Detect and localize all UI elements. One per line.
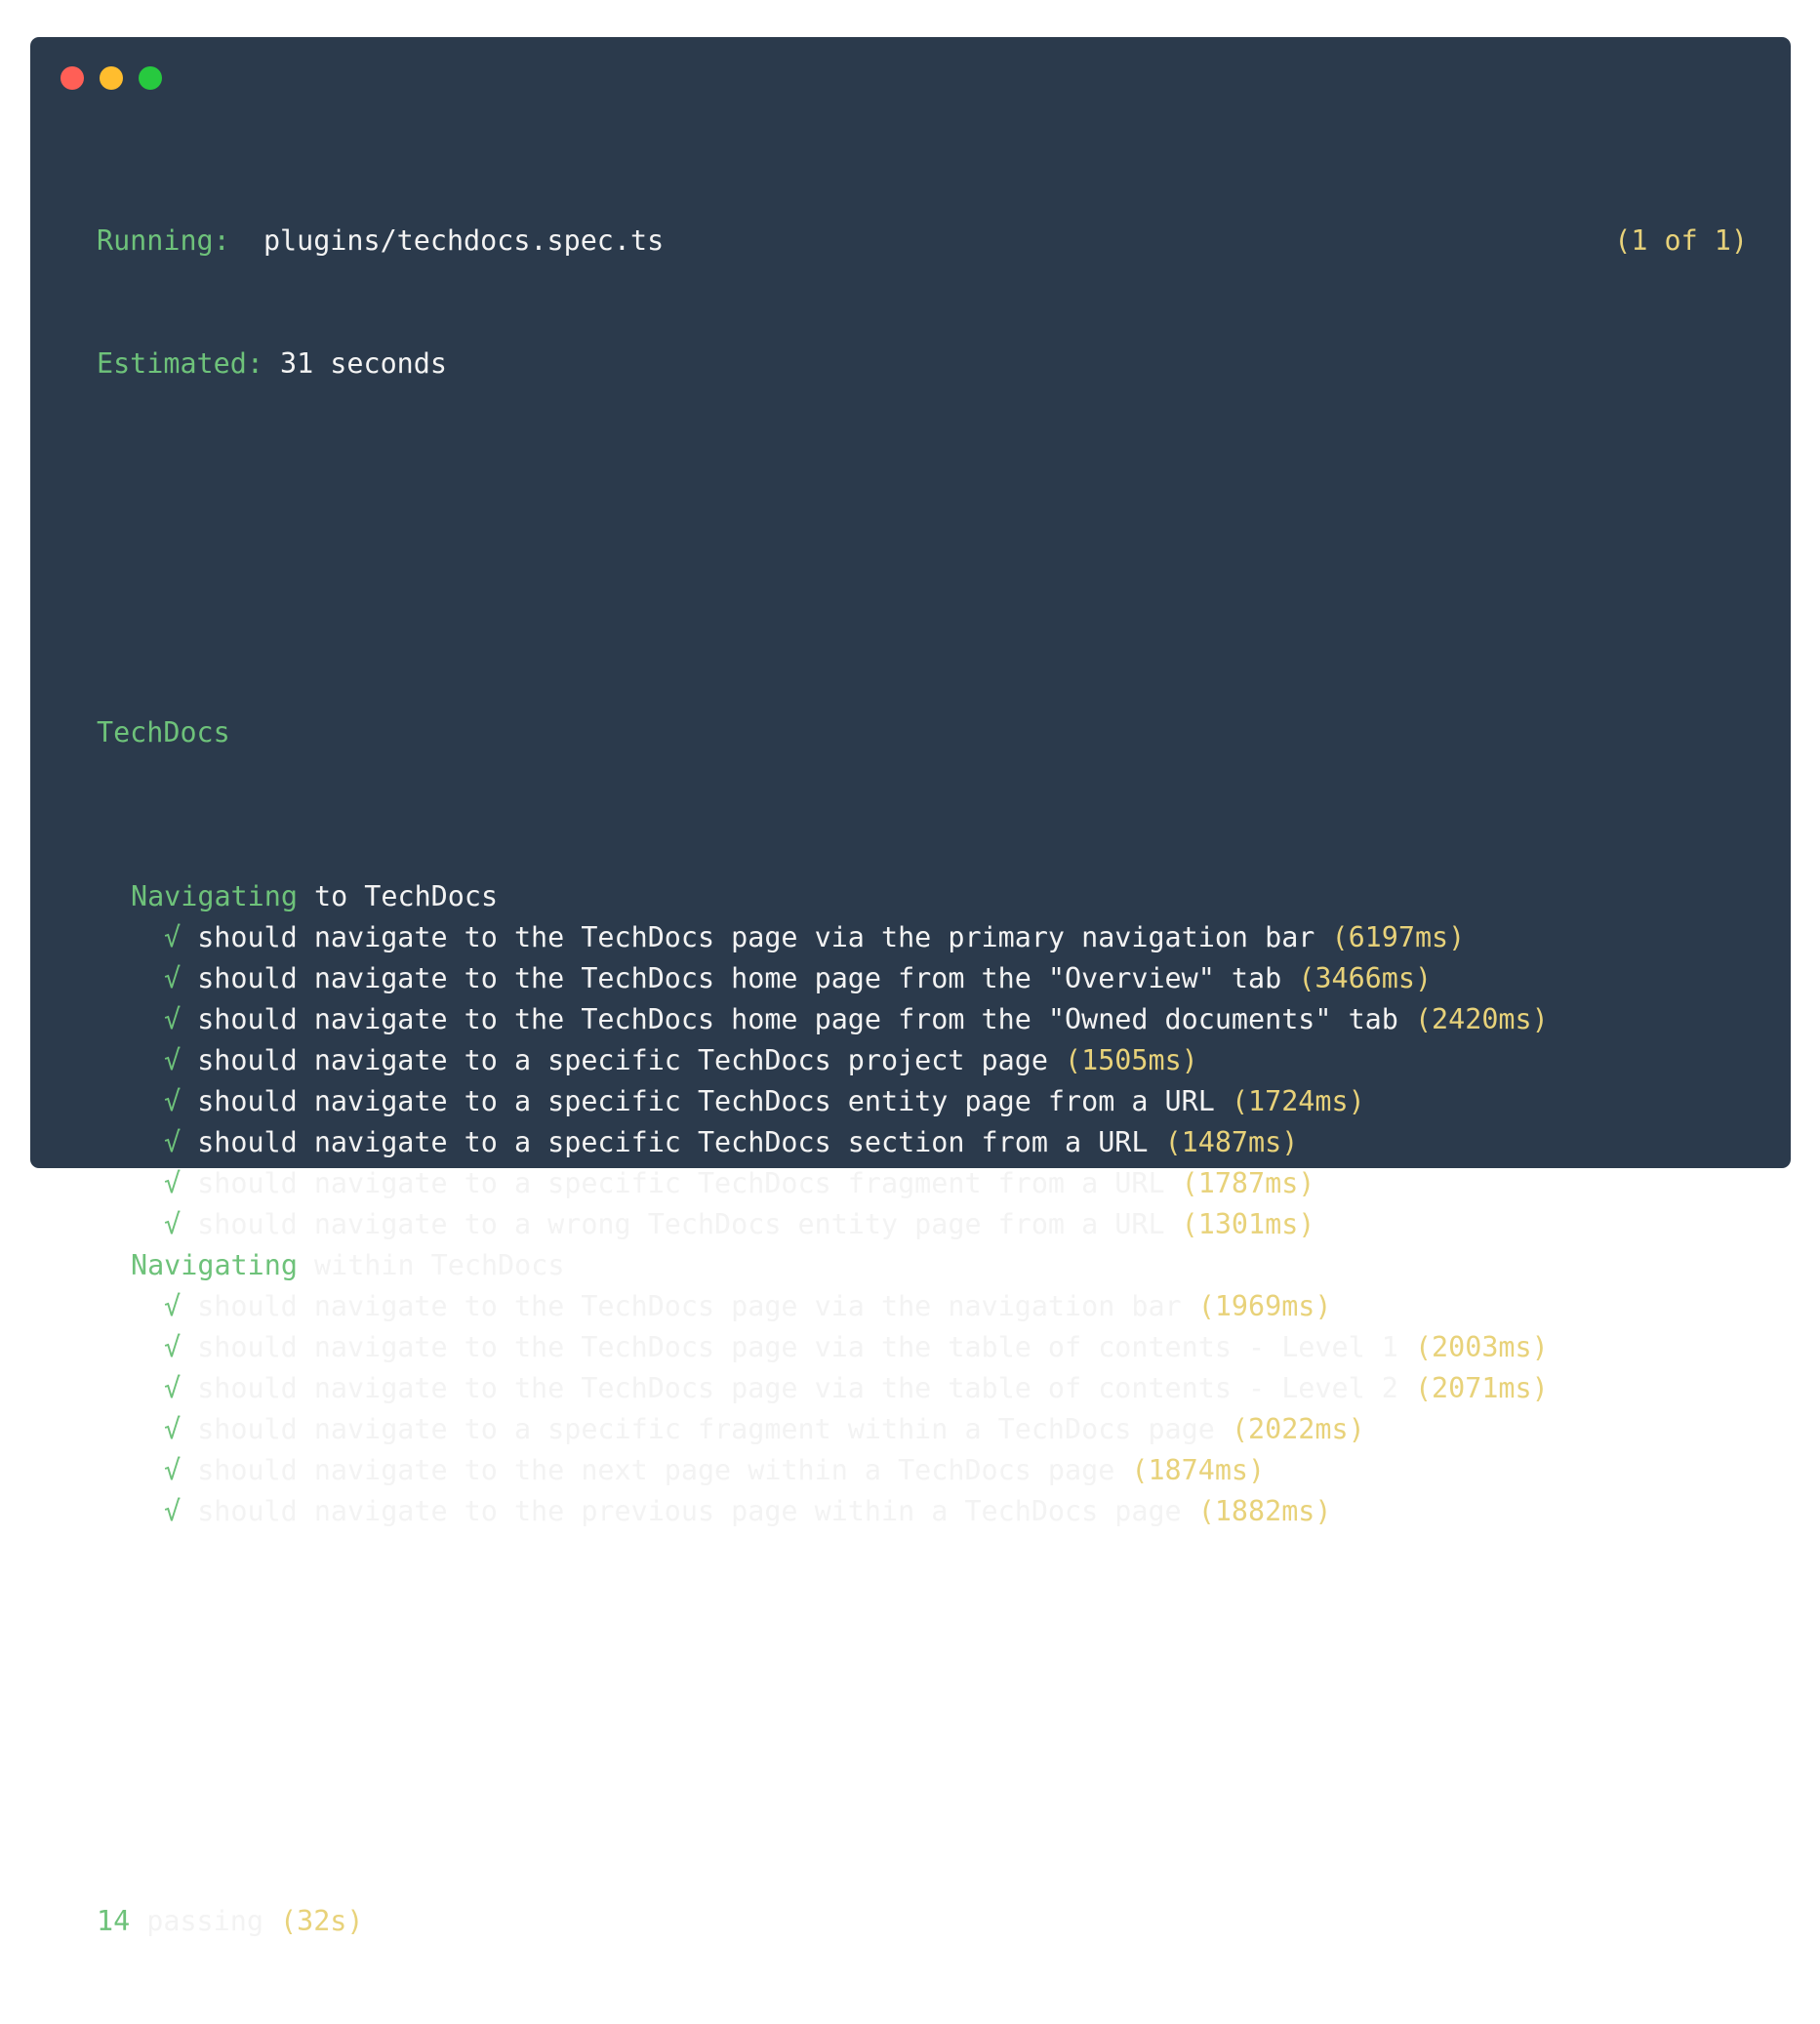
test-row: √ should navigate to a specific TechDocs…	[97, 1081, 1748, 1122]
check-icon: √	[164, 1126, 182, 1158]
test-name: should navigate to the TechDocs home pag…	[197, 962, 1282, 994]
spec-file: plugins/techdocs.spec.ts	[263, 224, 665, 257]
test-name: should navigate to the TechDocs home pag…	[197, 1003, 1398, 1035]
test-row: √ should navigate to a specific TechDocs…	[97, 1040, 1748, 1081]
check-icon: √	[164, 1495, 182, 1527]
test-name: should navigate to the TechDocs page via…	[197, 1372, 1398, 1404]
test-duration: (1787ms)	[1181, 1167, 1315, 1199]
test-duration: (2420ms)	[1414, 1003, 1549, 1035]
estimated-label: Estimated:	[97, 347, 263, 380]
check-icon: √	[164, 1044, 182, 1076]
group-keyword: Navigating	[131, 880, 298, 912]
test-row: √ should navigate to a wrong TechDocs en…	[97, 1204, 1748, 1245]
check-icon: √	[164, 1290, 182, 1322]
group-title: Navigating within TechDocs	[97, 1245, 1748, 1286]
estimated-line: Estimated: 31 seconds	[97, 344, 1748, 385]
test-duration: (1969ms)	[1197, 1290, 1332, 1322]
test-name: should navigate to the TechDocs page via…	[197, 1331, 1398, 1363]
total-duration: (32s)	[280, 1905, 364, 1937]
test-row: √ should navigate to the TechDocs home p…	[97, 999, 1748, 1040]
test-name: should navigate to the next page within …	[197, 1454, 1115, 1486]
terminal-output: Running: plugins/techdocs.spec.ts (1 of 1…	[97, 139, 1748, 2024]
suite-title: TechDocs	[97, 712, 1748, 753]
test-name: should navigate to a specific fragment w…	[197, 1413, 1215, 1445]
minimize-button[interactable]	[100, 66, 123, 90]
test-name: should navigate to a specific TechDocs f…	[197, 1167, 1165, 1199]
test-duration: (1874ms)	[1131, 1454, 1266, 1486]
test-duration: (1301ms)	[1181, 1208, 1315, 1240]
maximize-button[interactable]	[139, 66, 162, 90]
close-button[interactable]	[61, 66, 84, 90]
summary-line: 14 passing (32s)	[97, 1901, 1748, 1942]
test-row: √ should navigate to the TechDocs page v…	[97, 1368, 1748, 1409]
passing-count: 14	[97, 1905, 131, 1937]
suite-title-text: TechDocs	[97, 716, 230, 749]
test-row: √ should navigate to a specific fragment…	[97, 1409, 1748, 1450]
estimated-value: 31 seconds	[280, 347, 447, 380]
group-keyword: Navigating	[131, 1249, 298, 1281]
check-icon: √	[164, 962, 182, 994]
test-row: √ should navigate to the next page withi…	[97, 1450, 1748, 1491]
group-name: within TechDocs	[314, 1249, 565, 1281]
test-row: √ should navigate to a specific TechDocs…	[97, 1122, 1748, 1163]
check-icon: √	[164, 1372, 182, 1404]
window-controls	[61, 66, 162, 90]
test-duration: (2022ms)	[1231, 1413, 1365, 1445]
test-row: √ should navigate to the TechDocs page v…	[97, 1286, 1748, 1327]
test-name: should navigate to the previous page wit…	[197, 1495, 1182, 1527]
check-icon: √	[164, 1454, 182, 1486]
check-icon: √	[164, 1085, 182, 1117]
test-duration: (2071ms)	[1414, 1372, 1549, 1404]
test-name: should navigate to the TechDocs page via…	[197, 921, 1315, 953]
test-duration: (6197ms)	[1331, 921, 1466, 953]
test-row: √ should navigate to a specific TechDocs…	[97, 1163, 1748, 1204]
test-name: should navigate to a specific TechDocs s…	[197, 1126, 1149, 1158]
terminal-window: Running: plugins/techdocs.spec.ts (1 of 1…	[30, 37, 1791, 1937]
spec-counter: (1 of 1)	[1614, 224, 1748, 257]
running-line: Running: plugins/techdocs.spec.ts (1 of 1…	[97, 221, 1748, 262]
test-duration: (1487ms)	[1164, 1126, 1299, 1158]
test-duration: (1724ms)	[1231, 1085, 1365, 1117]
test-name: should navigate to the TechDocs page via…	[197, 1290, 1182, 1322]
check-icon: √	[164, 1167, 182, 1199]
passing-label: passing	[146, 1905, 263, 1937]
group-name: to TechDocs	[314, 880, 499, 912]
test-name: should navigate to a wrong TechDocs enti…	[197, 1208, 1165, 1240]
test-row: √ should navigate to the previous page w…	[97, 1491, 1748, 1532]
test-row: √ should navigate to the TechDocs page v…	[97, 917, 1748, 958]
test-duration: (3466ms)	[1298, 962, 1433, 994]
test-groups: Navigating to TechDocs √ should navigate …	[97, 876, 1748, 1532]
check-icon: √	[164, 1208, 182, 1240]
running-label: Running:	[97, 224, 230, 257]
check-icon: √	[164, 1003, 182, 1035]
test-duration: (1505ms)	[1065, 1044, 1198, 1076]
check-icon: √	[164, 921, 182, 953]
check-icon: √	[164, 1413, 182, 1445]
test-duration: (2003ms)	[1414, 1331, 1549, 1363]
check-icon: √	[164, 1331, 182, 1363]
test-name: should navigate to a specific TechDocs e…	[197, 1085, 1215, 1117]
test-duration: (1882ms)	[1197, 1495, 1332, 1527]
test-row: √ should navigate to the TechDocs home p…	[97, 958, 1748, 999]
test-row: √ should navigate to the TechDocs page v…	[97, 1327, 1748, 1368]
test-name: should navigate to a specific TechDocs p…	[197, 1044, 1048, 1076]
group-title: Navigating to TechDocs	[97, 876, 1748, 917]
